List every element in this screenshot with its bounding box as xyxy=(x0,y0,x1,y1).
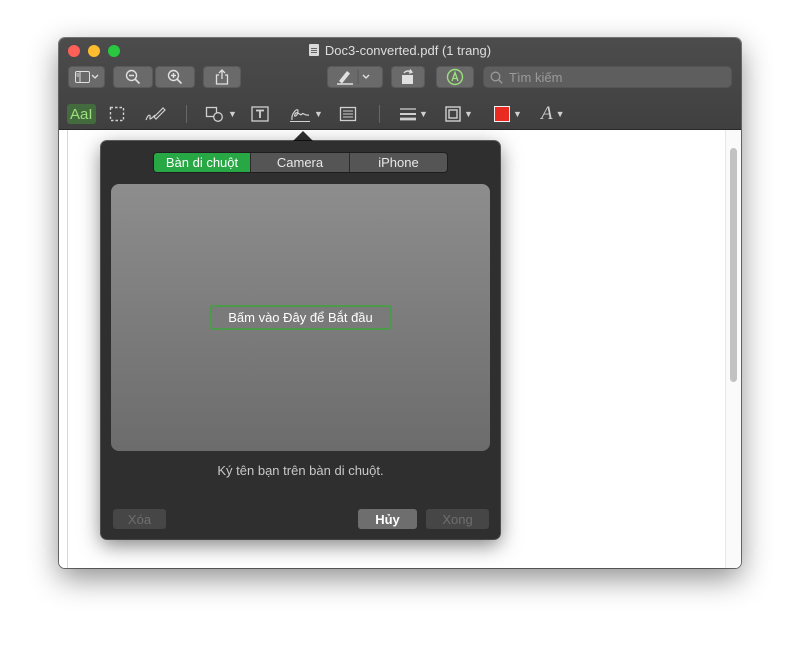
sketch-icon xyxy=(145,107,166,121)
text-selection-tool[interactable]: AaI xyxy=(67,104,96,124)
sidebar-toggle-button[interactable] xyxy=(68,66,105,88)
page-edge xyxy=(67,130,68,568)
zoom-out-icon xyxy=(125,69,141,85)
chevron-down-icon: ▼ xyxy=(314,109,323,119)
zoom-out-button[interactable] xyxy=(113,66,153,88)
signature-drawing-area[interactable]: Bấm vào Đây để Bắt đầu xyxy=(111,184,490,451)
clear-button[interactable]: Xóa xyxy=(113,509,166,529)
tab-trackpad[interactable]: Bàn di chuột xyxy=(154,153,251,172)
chevron-down-icon: ▼ xyxy=(419,109,428,119)
markup-toolbar-button[interactable] xyxy=(436,66,474,88)
fill-color-tool[interactable]: ▼ xyxy=(494,104,522,124)
cancel-button[interactable]: Hủy xyxy=(358,509,417,529)
fill-color-icon xyxy=(494,106,510,122)
text-box-tool[interactable] xyxy=(251,104,269,124)
line-style-icon xyxy=(400,108,416,121)
zoom-in-icon xyxy=(167,69,183,85)
window-title-text: Doc3-converted.pdf (1 trang) xyxy=(324,43,492,58)
shapes-tool[interactable]: ▼ xyxy=(205,104,237,124)
border-color-tool[interactable]: ▼ xyxy=(445,104,473,124)
markup-toolbar: AaI ▼ ▼ ▼ ▼ ▼ A ▼ xyxy=(59,98,741,130)
rotate-icon xyxy=(402,69,414,84)
share-button[interactable] xyxy=(203,66,241,88)
signature-popover: Bàn di chuột Camera iPhone Bấm vào Đây đ… xyxy=(101,141,500,539)
signature-hint: Ký tên bạn trên bàn di chuột. xyxy=(217,463,384,478)
chevron-down-icon: ▼ xyxy=(228,109,237,119)
chevron-down-icon: ▼ xyxy=(513,109,522,119)
chevron-down-icon: ▼ xyxy=(464,109,473,119)
font-tool[interactable]: A ▼ xyxy=(541,103,565,124)
vertical-scrollbar[interactable] xyxy=(725,130,741,568)
line-style-tool[interactable]: ▼ xyxy=(400,104,428,124)
tab-camera[interactable]: Camera xyxy=(251,153,350,172)
note-icon xyxy=(339,106,357,122)
markup-icon xyxy=(446,68,464,86)
share-icon xyxy=(215,69,229,85)
search-field[interactable]: Tìm kiếm xyxy=(483,66,732,88)
search-placeholder: Tìm kiếm xyxy=(509,69,563,85)
scrollbar-thumb[interactable] xyxy=(730,148,737,382)
click-to-begin-button[interactable]: Bấm vào Đây để Bắt đầu xyxy=(209,305,392,330)
window-title: Doc3-converted.pdf (1 trang) xyxy=(59,43,741,58)
tab-iphone[interactable]: iPhone xyxy=(350,153,447,172)
rect-selection-icon xyxy=(109,106,125,122)
pdf-document-icon xyxy=(308,44,319,56)
border-color-icon xyxy=(445,106,461,122)
highlight-button[interactable] xyxy=(327,66,383,88)
toolbar-divider xyxy=(379,105,380,123)
font-icon: A xyxy=(541,103,553,124)
sidebar-icon xyxy=(74,71,98,83)
chevron-down-icon: ▼ xyxy=(555,109,565,119)
search-icon xyxy=(490,71,503,84)
text-selection-icon: AaI xyxy=(70,105,93,123)
shapes-icon xyxy=(205,106,223,122)
toolbar-divider xyxy=(186,105,187,123)
note-tool[interactable] xyxy=(339,104,357,124)
done-button[interactable]: Xong xyxy=(426,509,489,529)
text-box-icon xyxy=(251,106,269,122)
signature-icon xyxy=(290,109,310,122)
rect-selection-tool[interactable] xyxy=(109,104,125,124)
rotate-button[interactable] xyxy=(391,66,425,88)
signature-tool[interactable]: ▼ xyxy=(289,104,323,124)
zoom-in-button[interactable] xyxy=(155,66,195,88)
highlight-pen-icon xyxy=(337,70,370,85)
title-bar: Doc3-converted.pdf (1 trang) Tìm kiếm Aa… xyxy=(59,38,741,130)
signature-source-tabs: Bàn di chuột Camera iPhone xyxy=(153,152,448,173)
sketch-tool[interactable] xyxy=(144,104,166,124)
